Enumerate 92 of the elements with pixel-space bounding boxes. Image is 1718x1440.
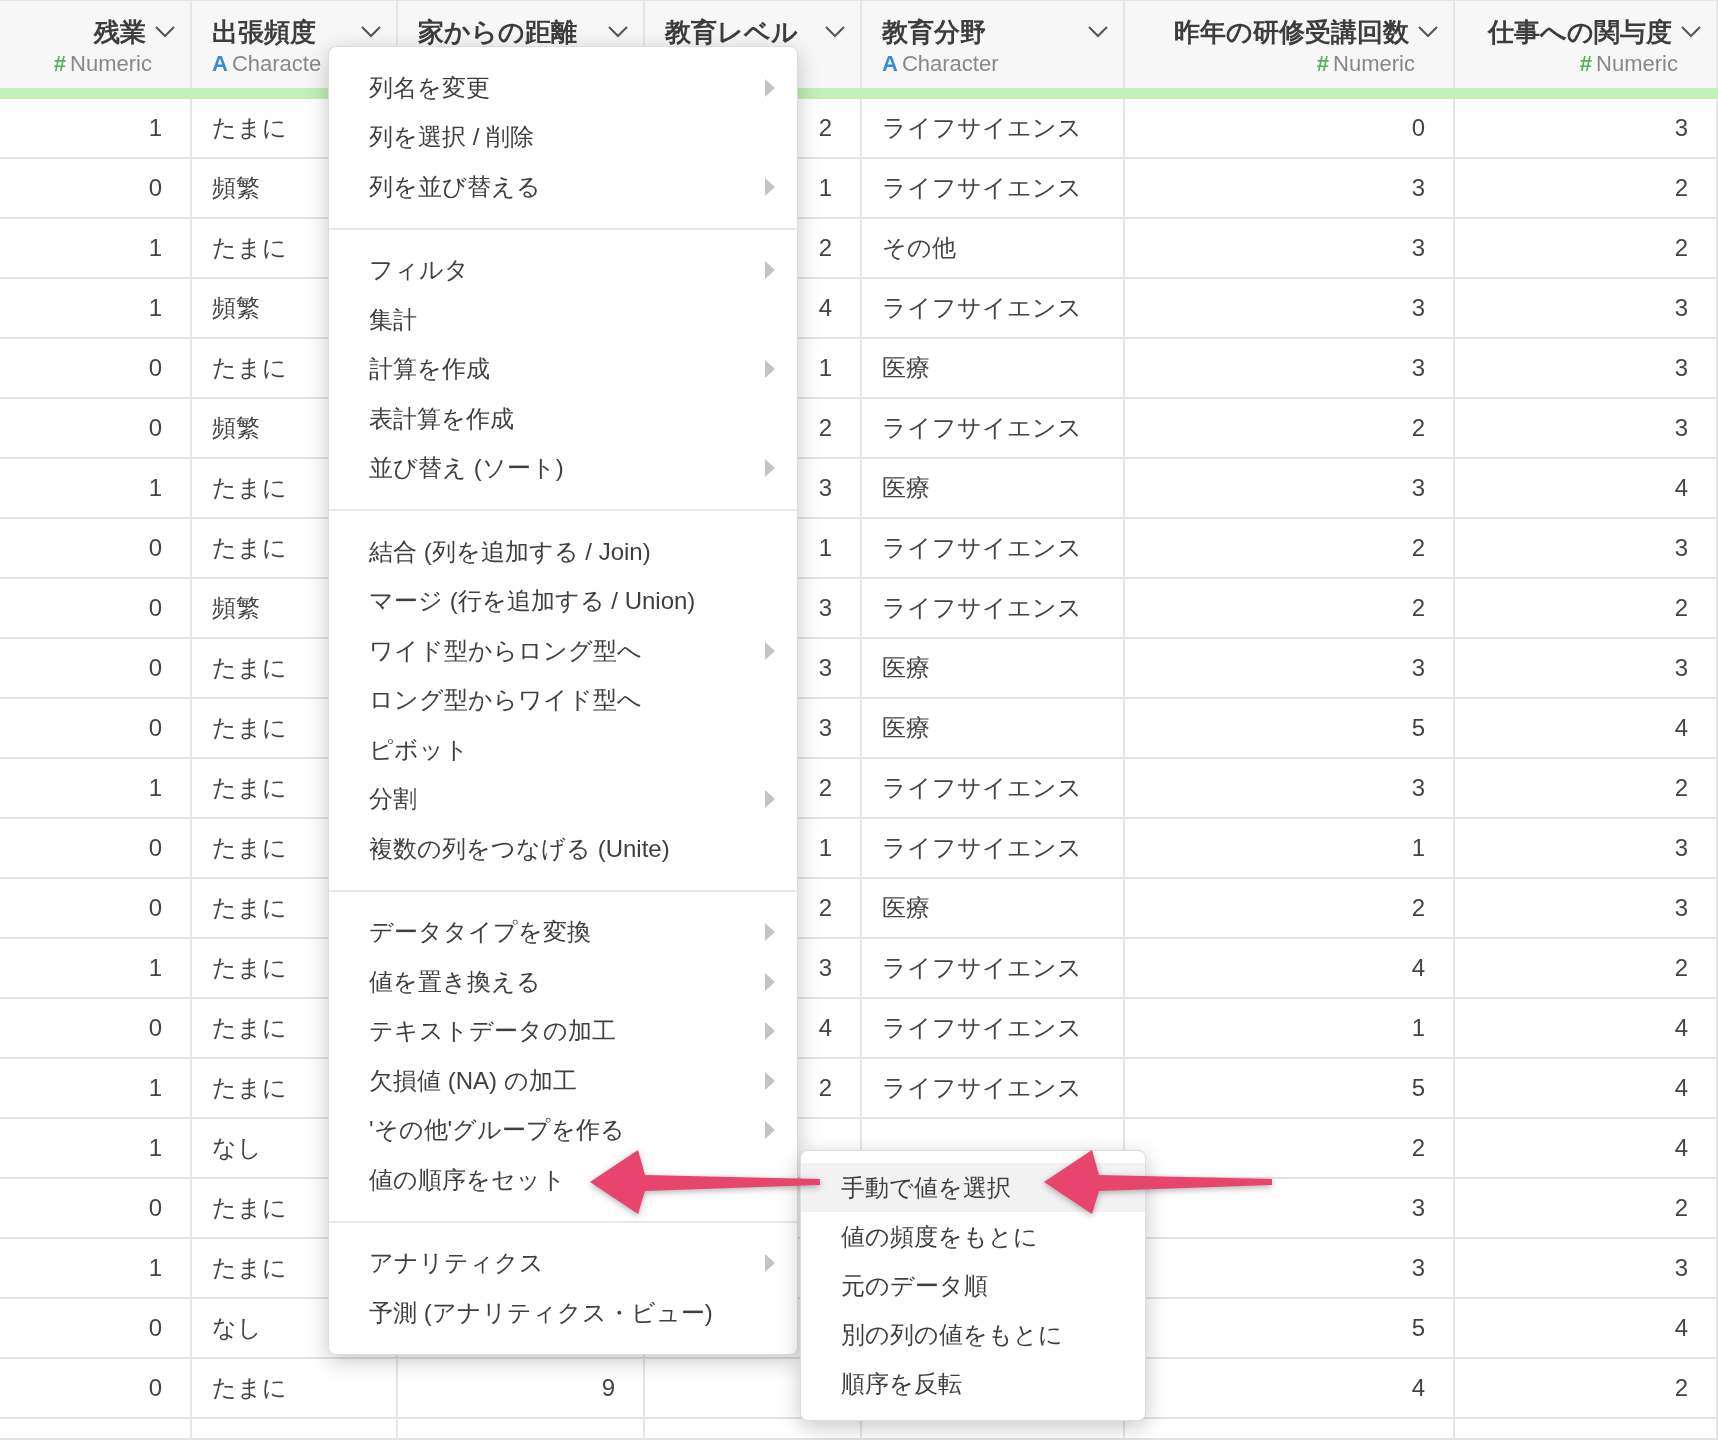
table-cell: 1: [0, 1059, 192, 1119]
table-cell: 0: [0, 399, 192, 459]
table-cell: 4: [1455, 1299, 1718, 1359]
table-cell: 4: [1455, 999, 1718, 1059]
table-cell: 3: [1125, 159, 1455, 219]
table-cell: 0: [0, 699, 192, 759]
table-cell: 4: [1455, 1119, 1718, 1179]
table-cell: 3: [1125, 459, 1455, 519]
table-cell: ライフサイエンス: [862, 279, 1125, 339]
column-title: 家からの距離: [418, 16, 578, 49]
table-cell: 0: [0, 579, 192, 639]
table-cell: ライフサイエンス: [862, 399, 1125, 459]
table-cell: 3: [1455, 819, 1718, 879]
column-title: 出張頻度: [212, 16, 317, 49]
table-cell: 2: [1125, 579, 1455, 639]
table-cell: 3: [1125, 219, 1455, 279]
table-cell: 5: [1125, 1059, 1455, 1119]
table-cell: 3: [1125, 279, 1455, 339]
column-title: 昨年の研修受講回数: [1173, 16, 1409, 49]
table-cell: 2: [1125, 399, 1455, 459]
column-type-label: # Numeric: [1579, 50, 1678, 78]
table-cell: 1: [0, 99, 192, 159]
table-cell: ライフサイエンス: [862, 819, 1125, 879]
table-cell: 2: [1455, 939, 1718, 999]
table-cell: 医療: [862, 459, 1125, 519]
table-cell: 3: [1455, 339, 1718, 399]
table-cell: 医療: [862, 699, 1125, 759]
table-cell: 0: [0, 159, 192, 219]
table-cell: 2: [1455, 759, 1718, 819]
table-cell: 3: [1455, 99, 1718, 159]
column-type-label: # Numeric: [53, 50, 152, 78]
table-cell: 3: [1455, 279, 1718, 339]
table-cell: 0: [0, 639, 192, 699]
table-cell: 医療: [862, 639, 1125, 699]
table-cell: 0: [0, 1359, 192, 1419]
table-cell: ライフサイエンス: [862, 159, 1125, 219]
column-type-label: A Characte: [212, 50, 322, 78]
table-cell: 9: [398, 1359, 645, 1419]
table-cell: 4: [1455, 1059, 1718, 1119]
table-cell: ライフサイエンス: [862, 99, 1125, 159]
table-cell: ライフサイエンス: [862, 999, 1125, 1059]
table-cell: 3: [1455, 519, 1718, 579]
column-type-label: # Numeric: [1316, 50, 1415, 78]
column-title: 仕事への関与度: [1486, 16, 1672, 49]
column-title: 教育分野: [882, 16, 987, 49]
table-cell: 3: [1455, 879, 1718, 939]
table-cell: 0: [1125, 99, 1455, 159]
column-title: 教育レベル: [665, 16, 799, 49]
table-cell: 3: [1455, 1239, 1718, 1299]
table-cell: 1: [0, 219, 192, 279]
table-cell: 3: [1125, 339, 1455, 399]
table-cell: 1: [0, 1119, 192, 1179]
table-cell: ライフサイエンス: [862, 579, 1125, 639]
table-cell: 2: [1455, 219, 1718, 279]
table-cell: 4: [1455, 699, 1718, 759]
table-cell: 0: [0, 1299, 192, 1359]
table-cell: 1: [0, 759, 192, 819]
table-cell: 0: [0, 819, 192, 879]
table-cell: ライフサイエンス: [862, 519, 1125, 579]
table-cell: 1: [1125, 999, 1455, 1059]
table-cell: たまに: [192, 1359, 398, 1419]
table-cell: ライフサイエンス: [862, 1059, 1125, 1119]
table-cell: 0: [0, 879, 192, 939]
table-cell: 0: [0, 519, 192, 579]
table-cell: 4: [1125, 939, 1455, 999]
table-cell: 2: [1455, 159, 1718, 219]
table-cell: 2: [1455, 1179, 1718, 1239]
table-cell: 1: [1125, 819, 1455, 879]
table-cell: 医療: [862, 339, 1125, 399]
table-cell: ライフサイエンス: [862, 759, 1125, 819]
table-cell: 0: [0, 1179, 192, 1239]
column-type-label: A Character: [882, 50, 999, 78]
table-cell: 1: [0, 279, 192, 339]
table-cell: 2: [1125, 519, 1455, 579]
table-cell: 2: [1455, 1359, 1718, 1419]
table-cell: 4: [1455, 459, 1718, 519]
table-cell: 1: [0, 939, 192, 999]
table-cell: ライフサイエンス: [862, 939, 1125, 999]
table-cell: 3: [1455, 399, 1718, 459]
table-cell: その他: [862, 219, 1125, 279]
table-cell: 1: [0, 1239, 192, 1299]
table-cell: 0: [0, 339, 192, 399]
table-cell: 0: [0, 999, 192, 1059]
table-cell: 医療: [862, 879, 1125, 939]
table-cell: 3: [1125, 759, 1455, 819]
table-cell: 2: [1455, 579, 1718, 639]
table-cell: 5: [1125, 699, 1455, 759]
table-cell: 3: [1125, 639, 1455, 699]
table-cell: 3: [1455, 639, 1718, 699]
column-title: 残業: [92, 16, 146, 49]
table-cell: 1: [0, 459, 192, 519]
table-cell: 2: [1125, 879, 1455, 939]
